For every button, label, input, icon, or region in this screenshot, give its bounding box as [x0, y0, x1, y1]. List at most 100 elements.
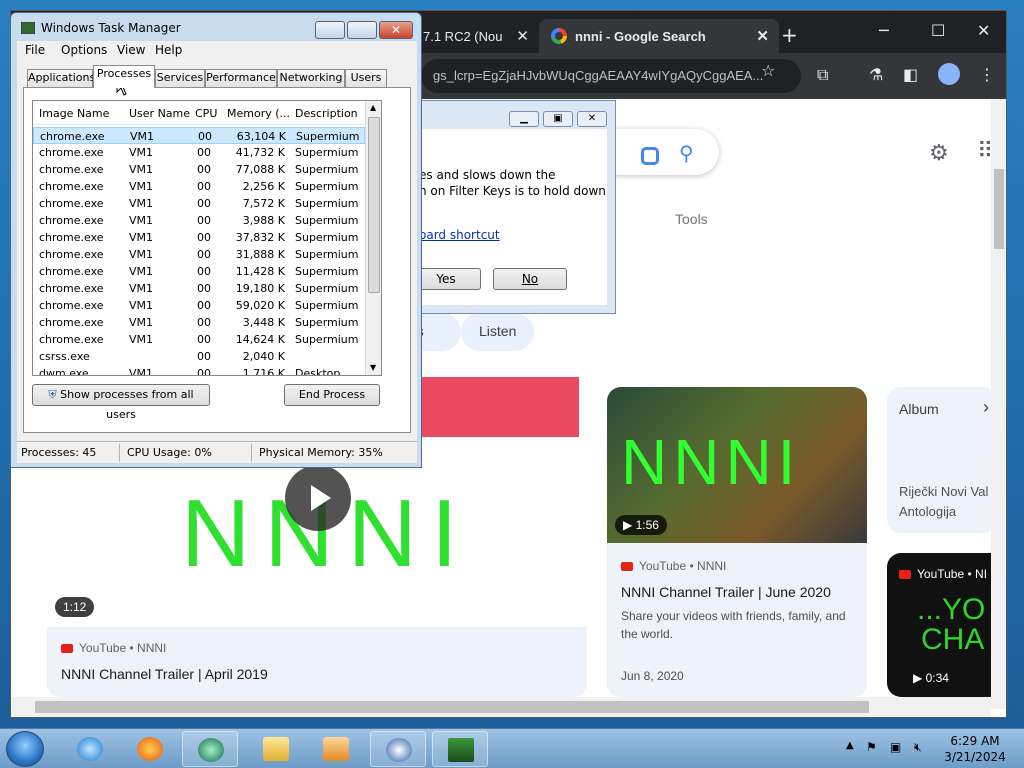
network-icon[interactable]: ▣ [890, 740, 901, 754]
chrome-menu-icon[interactable]: ⋮ [979, 65, 995, 84]
menu-help[interactable]: Help [155, 43, 182, 57]
scrollbar-thumb[interactable] [368, 117, 380, 293]
show-hidden-icons[interactable]: ▲ [846, 740, 854, 751]
menu-view[interactable]: View [117, 43, 145, 57]
extensions-icon[interactable]: ⧉ [817, 65, 828, 85]
cell-user-name: VM1 [129, 163, 154, 176]
dialog-text-line2: h on Filter Keys is to hold down [419, 184, 606, 198]
video2-title[interactable]: NNNI Channel Trailer | June 2020 [621, 584, 831, 600]
taskbar-media[interactable] [308, 731, 364, 767]
no-button[interactable]: No [493, 268, 567, 290]
video3-card[interactable]: YouTube • NI ...YO CHA ▶ 0:34 [887, 553, 991, 697]
tm-maximize-icon[interactable] [347, 21, 377, 39]
dialog-maximize-icon[interactable]: ▣ [543, 111, 573, 127]
cell-cpu: 00 [198, 130, 212, 143]
cell-user-name: VM1 [129, 265, 154, 278]
scroll-up-icon[interactable]: ▲ [370, 103, 376, 112]
tab-google-search[interactable]: nnni - Google Search ✕ [539, 19, 779, 53]
cell-cpu: 00 [197, 214, 211, 227]
video1-title[interactable]: NNNI Channel Trailer | April 2019 [61, 666, 268, 682]
table-row[interactable]: chrome.exe VM1 00 3,448 K Supermium [33, 314, 365, 331]
tab-users[interactable]: Users [345, 69, 387, 87]
album-label: Album [899, 401, 939, 417]
task-manager-window: Windows Task Manager ✕ File Options View… [10, 12, 422, 468]
start-button[interactable] [6, 731, 44, 767]
table-row[interactable]: chrome.exe VM1 00 7,572 K Supermium [33, 195, 365, 212]
tab-close-icon[interactable]: ✕ [516, 27, 529, 45]
google-apps-icon[interactable]: ⠿ [977, 139, 991, 164]
tm-minimize-icon[interactable] [315, 21, 345, 39]
column-cpu[interactable]: CPU [195, 107, 225, 120]
action-center-flag-icon[interactable]: ⚑ [866, 740, 877, 754]
process-list-scrollbar[interactable]: ▲ ▼ [365, 101, 381, 375]
table-row[interactable]: chrome.exe VM1 00 77,088 K Supermium [33, 161, 365, 178]
table-row[interactable]: chrome.exe VM1 00 11,428 K Supermium [33, 263, 365, 280]
table-row[interactable]: chrome.exe VM1 00 14,624 K Supermium [33, 331, 365, 348]
tab-applications[interactable]: Applications [27, 69, 95, 87]
google-lens-icon[interactable] [641, 147, 659, 165]
dialog-minimize-icon[interactable]: ▁ [509, 111, 539, 127]
new-tab-button[interactable]: + [781, 23, 798, 47]
labs-flask-icon[interactable]: ⚗ [869, 65, 883, 84]
table-row[interactable]: chrome.exe VM1 00 59,020 K Supermium [33, 297, 365, 314]
process-list[interactable]: Image Name User Name CPU Memory (... Des… [32, 100, 382, 376]
column-image-name[interactable]: Image Name [39, 107, 123, 120]
volume-muted-icon[interactable]: 🔇︎ [914, 740, 922, 755]
scrollbar-thumb[interactable] [35, 701, 869, 713]
column-memory[interactable]: Memory (... [227, 107, 289, 120]
album-chevron-icon[interactable]: › [983, 397, 989, 418]
cell-memory: 19,180 K [235, 282, 285, 295]
taskbar-task-manager[interactable] [432, 731, 488, 767]
taskbar-firefox[interactable] [122, 731, 178, 767]
keyboard-shortcut-link[interactable]: oard shortcut [419, 228, 500, 242]
close-window-icon[interactable]: ✕ [977, 21, 990, 40]
cell-memory: 63,104 K [236, 130, 286, 143]
system-clock[interactable]: 6:29 AM 3/21/2024 [940, 733, 1010, 765]
profile-avatar[interactable] [938, 63, 960, 85]
cell-memory: 11,428 K [235, 265, 285, 278]
column-user-name[interactable]: User Name [129, 107, 191, 120]
maximize-icon[interactable]: ☐ [931, 21, 945, 40]
scroll-down-icon[interactable]: ▼ [370, 363, 376, 372]
page-vertical-scrollbar[interactable] [991, 99, 1006, 709]
table-row[interactable]: chrome.exe VM1 00 63,104 K Supermium [33, 127, 365, 144]
side-panel-icon[interactable]: ◧ [903, 65, 918, 84]
taskbar-ie[interactable] [62, 731, 118, 767]
end-process-button[interactable]: End Process [284, 384, 380, 406]
table-row[interactable]: chrome.exe VM1 00 3,988 K Supermium [33, 212, 365, 229]
taskbar-browser[interactable] [182, 731, 238, 767]
show-all-users-button[interactable]: ⛨ Show processes from all users [32, 384, 210, 421]
table-row[interactable]: chrome.exe VM1 00 37,832 K Supermium [33, 229, 365, 246]
table-row[interactable]: chrome.exe VM1 00 19,180 K Supermium [33, 280, 365, 297]
tab-close-icon[interactable]: ✕ [756, 27, 769, 45]
tab-previous[interactable]: 7.1 RC2 (Nou ✕ [411, 19, 539, 53]
tab-performance[interactable]: Performance [205, 69, 277, 87]
taskbar-remote[interactable] [370, 731, 426, 767]
taskbar-explorer[interactable] [248, 731, 304, 767]
table-row[interactable]: csrss.exe 00 2,040 K [33, 348, 365, 365]
tools-tab[interactable]: Tools [675, 211, 708, 227]
table-row[interactable]: chrome.exe VM1 00 31,888 K Supermium [33, 246, 365, 263]
table-row[interactable]: chrome.exe VM1 00 41,732 K Supermium [33, 144, 365, 161]
scrollbar-thumb[interactable] [994, 169, 1004, 249]
play-icon[interactable] [285, 465, 351, 531]
table-row[interactable]: chrome.exe VM1 00 2,256 K Supermium [33, 178, 365, 195]
table-row[interactable]: dwm.exe VM1 00 1,716 K Desktop ... [33, 365, 365, 375]
tab-networking[interactable]: Networking [277, 69, 345, 87]
dialog-close-icon[interactable]: ✕ [577, 111, 607, 127]
settings-gear-icon[interactable]: ⚙ [929, 141, 949, 166]
tm-close-icon[interactable]: ✕ [379, 21, 413, 39]
tab-processes[interactable]: Processes [93, 65, 155, 88]
search-icon[interactable]: ⚲ [679, 141, 694, 165]
bookmark-star-icon[interactable]: ☆ [761, 61, 775, 80]
address-bar[interactable]: gs_lcrp=EgZjaHJvbWUqCggAEAAY4wIYgAQyCggA… [421, 59, 801, 93]
video1-card[interactable] [47, 627, 587, 697]
page-horizontal-scrollbar[interactable] [11, 697, 991, 717]
filter-chip-listen[interactable]: Listen [461, 313, 535, 351]
cell-memory: 77,088 K [235, 163, 285, 176]
tab-services[interactable]: Services [155, 69, 205, 87]
menu-options[interactable]: Options [61, 43, 107, 57]
minimize-icon[interactable]: ─ [879, 21, 889, 40]
menu-file[interactable]: File [25, 43, 45, 57]
column-description[interactable]: Description [295, 107, 361, 120]
